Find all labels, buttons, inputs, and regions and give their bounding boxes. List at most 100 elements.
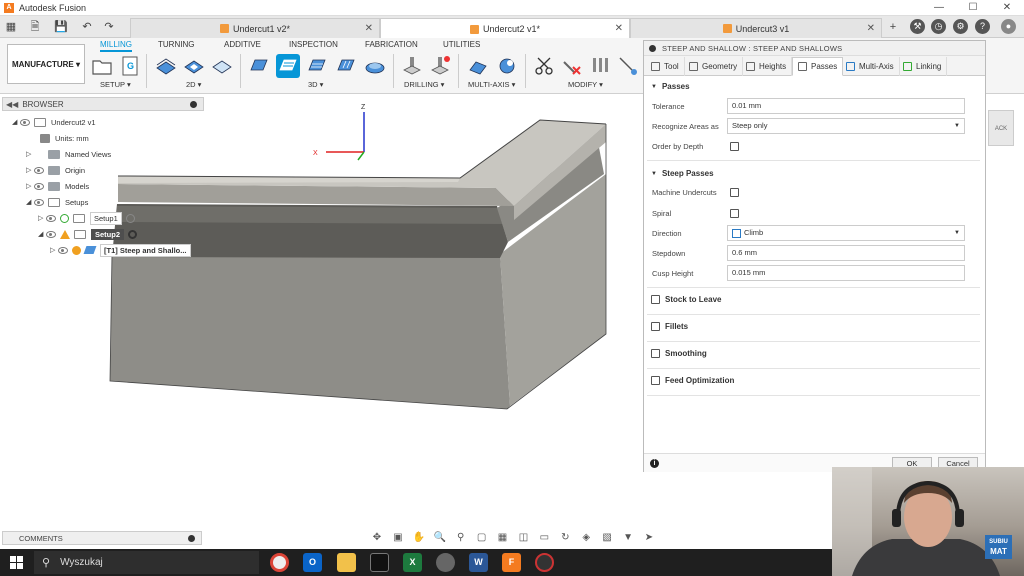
- drilling-group-label[interactable]: DRILLING ▾: [404, 80, 444, 89]
- modify-group-label[interactable]: MODIFY ▾: [568, 80, 603, 89]
- tool-display-icon[interactable]: ▼: [621, 532, 635, 544]
- zoom-icon[interactable]: 🔍: [433, 532, 447, 544]
- grid-icon[interactable]: ▦: [496, 532, 510, 544]
- word-icon[interactable]: W: [469, 553, 488, 572]
- notifications-icon[interactable]: ⚙: [953, 19, 968, 34]
- delete-toolpath-icon[interactable]: [560, 54, 584, 78]
- visibility-icon[interactable]: [46, 214, 56, 222]
- file-explorer-icon[interactable]: [337, 553, 356, 572]
- expand-icon[interactable]: ▷: [26, 182, 34, 190]
- toolpath-display-icon[interactable]: ◈: [579, 532, 593, 544]
- collapse-icon[interactable]: ◢: [38, 230, 46, 238]
- tab-inspection[interactable]: INSPECTION: [289, 40, 338, 49]
- viewports-icon[interactable]: ◫: [516, 532, 530, 544]
- tab-turning[interactable]: TURNING: [158, 40, 194, 49]
- smoothing-checkbox[interactable]: [651, 349, 660, 358]
- expand-icon[interactable]: ▷: [50, 246, 58, 254]
- panel-options-icon[interactable]: [190, 101, 197, 108]
- 2d-group-label[interactable]: 2D ▾: [186, 80, 201, 89]
- feed-optimization-section[interactable]: Feed Optimization: [651, 376, 734, 385]
- simulation-icon[interactable]: ▧: [600, 532, 614, 544]
- direction-select[interactable]: Climb ▼: [727, 225, 965, 241]
- tab-tool[interactable]: Tool: [646, 57, 685, 76]
- tab-heights[interactable]: Heights: [741, 57, 793, 76]
- visibility-icon[interactable]: [20, 118, 30, 126]
- save-icon[interactable]: 💾: [54, 20, 68, 34]
- job-status-icon[interactable]: ◷: [931, 19, 946, 34]
- fusion-taskbar-icon[interactable]: F: [502, 553, 521, 572]
- setup-sheet-icon[interactable]: G: [118, 54, 142, 78]
- visibility-icon[interactable]: [34, 166, 44, 174]
- new-folder-icon[interactable]: [90, 54, 114, 78]
- active-setup-icon[interactable]: [128, 229, 138, 239]
- new-tab-icon[interactable]: +: [886, 20, 900, 34]
- close-tab-icon[interactable]: ✕: [365, 23, 373, 34]
- display-settings-icon[interactable]: ▢: [475, 532, 489, 544]
- fit-icon[interactable]: ⚲: [454, 532, 468, 544]
- fillets-section[interactable]: Fillets: [651, 322, 688, 331]
- 3d-parallel-icon[interactable]: [305, 54, 329, 78]
- face-icon[interactable]: [210, 54, 234, 78]
- info-icon[interactable]: i: [650, 459, 659, 468]
- expand-icon[interactable]: ▷: [26, 166, 34, 174]
- app-icon[interactable]: [436, 553, 455, 572]
- smoothing-section[interactable]: Smoothing: [651, 349, 707, 358]
- visibility-icon[interactable]: [46, 230, 56, 238]
- tab-utilities[interactable]: UTILITIES: [443, 40, 480, 49]
- multi-axis-group-label[interactable]: MULTI-AXIS ▾: [468, 80, 515, 89]
- 2d-adaptive-icon[interactable]: [154, 54, 178, 78]
- stock-to-leave-section[interactable]: Stock to Leave: [651, 295, 721, 304]
- close-tab-icon[interactable]: ✕: [867, 23, 875, 34]
- setup-group-label[interactable]: SETUP ▾: [100, 80, 131, 89]
- dialog-options-icon[interactable]: [649, 44, 656, 52]
- pan-icon[interactable]: ✋: [412, 532, 426, 544]
- browser-item-setup1[interactable]: ▷ Setup1: [38, 211, 135, 225]
- screen-capture-icon[interactable]: [370, 553, 389, 572]
- maximize-button[interactable]: ☐: [956, 0, 990, 16]
- browser-item-models[interactable]: ▷ Models: [26, 179, 89, 193]
- outlook-icon[interactable]: O: [303, 553, 322, 572]
- tab-linking[interactable]: Linking: [898, 57, 948, 76]
- collapse-icon[interactable]: ◢: [12, 118, 20, 126]
- redo-icon[interactable]: ↷: [102, 20, 116, 34]
- tab-passes[interactable]: Passes: [792, 57, 844, 76]
- collapse-left-icon[interactable]: ◀◀: [6, 100, 18, 109]
- fillets-checkbox[interactable]: [651, 322, 660, 331]
- browser-item-root[interactable]: ◢ Undercut2 v1: [12, 115, 96, 129]
- user-avatar[interactable]: ●: [1001, 19, 1016, 34]
- browser-item-named-views[interactable]: ▷ Named Views: [26, 147, 111, 161]
- view-cube[interactable]: ACK: [988, 110, 1014, 146]
- browser-item-setups[interactable]: ◢ Setups: [26, 195, 88, 209]
- browser-header[interactable]: ◀◀ BROWSER: [2, 97, 204, 111]
- activate-icon[interactable]: [125, 213, 135, 223]
- chrome-icon[interactable]: [270, 553, 289, 572]
- help-icon[interactable]: ?: [975, 19, 990, 34]
- expand-icon[interactable]: ▷: [26, 150, 34, 158]
- tab-fabrication[interactable]: FABRICATION: [365, 40, 418, 49]
- stock-display-icon[interactable]: ▭: [537, 532, 551, 544]
- 3d-adaptive-icon[interactable]: [247, 54, 271, 78]
- app-grid-icon[interactable]: ▦: [4, 20, 18, 34]
- expand-icon[interactable]: ▷: [38, 214, 46, 222]
- stock-to-leave-checkbox[interactable]: [651, 295, 660, 304]
- collapse-icon[interactable]: ◢: [26, 198, 34, 206]
- hole-recognition-icon[interactable]: [428, 54, 452, 78]
- orbit-icon[interactable]: ✥: [370, 532, 384, 544]
- tab-milling[interactable]: MILLING: [100, 40, 133, 52]
- excel-icon[interactable]: X: [403, 553, 422, 572]
- stepdown-input[interactable]: 0.6 mm: [727, 245, 965, 261]
- cusp-height-input[interactable]: 0.015 mm: [727, 265, 965, 281]
- 3d-scallop-icon[interactable]: [334, 54, 358, 78]
- steep-passes-section-header[interactable]: ▼ Steep Passes: [651, 169, 714, 178]
- visibility-icon[interactable]: [58, 246, 68, 254]
- machine-undercuts-checkbox[interactable]: [730, 188, 739, 197]
- close-window-button[interactable]: ✕: [990, 0, 1024, 16]
- feed-optimization-checkbox[interactable]: [651, 376, 660, 385]
- visibility-icon[interactable]: [34, 182, 44, 190]
- dialog-title-bar[interactable]: STEEP AND SHALLOW : STEEP AND SHALLOWS: [644, 41, 985, 56]
- browser-item-origin[interactable]: ▷ Origin: [26, 163, 85, 177]
- drill-icon[interactable]: [400, 54, 424, 78]
- taskbar-search[interactable]: ⚲ Wyszukaj: [34, 551, 259, 574]
- 2d-pocket-icon[interactable]: [182, 54, 206, 78]
- comments-panel[interactable]: COMMENTS: [2, 531, 202, 545]
